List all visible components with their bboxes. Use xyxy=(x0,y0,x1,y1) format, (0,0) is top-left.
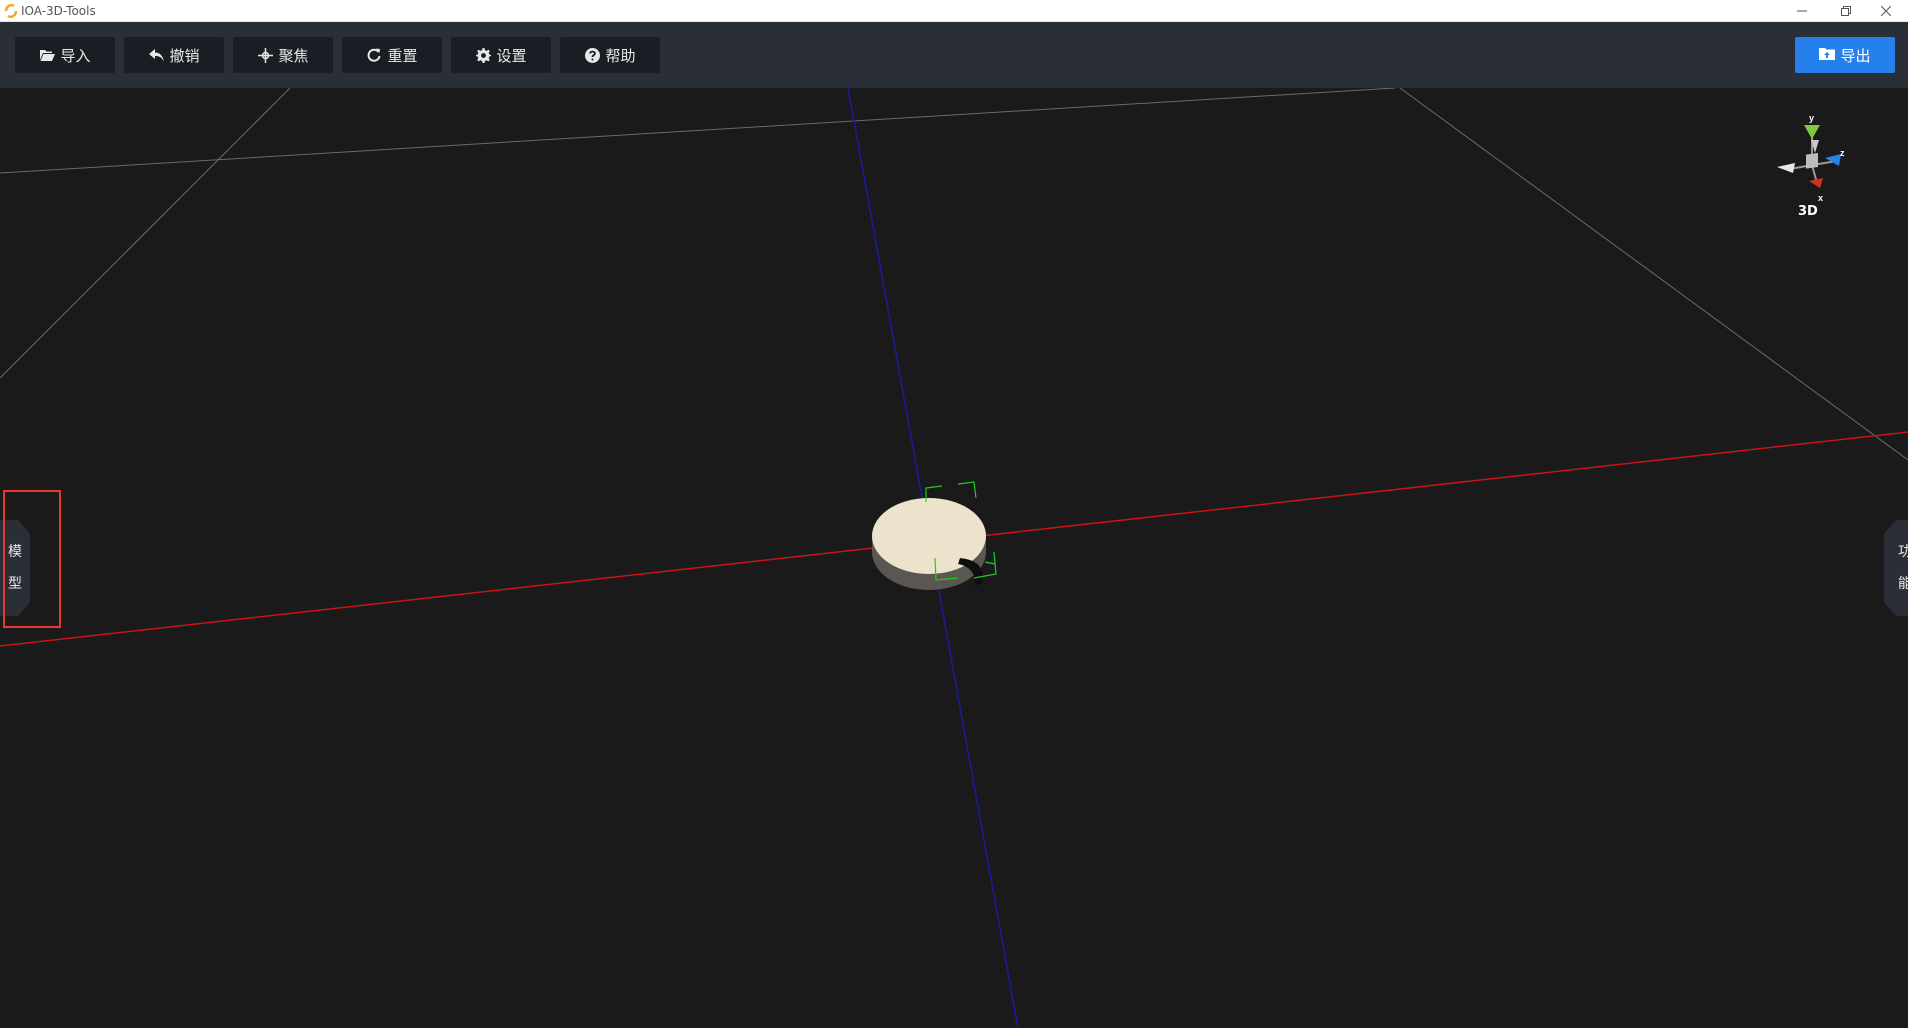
z-axis-arrow-icon[interactable] xyxy=(1825,154,1841,166)
axis-gizmo[interactable]: y z x xyxy=(1775,113,1845,213)
help-button[interactable]: 帮助 xyxy=(560,37,660,73)
question-circle-icon xyxy=(584,47,600,63)
window-titlebar: IOA-3D-Tools xyxy=(0,0,1908,22)
highlight-annotation xyxy=(3,490,61,628)
focus-label: 聚焦 xyxy=(278,46,309,65)
function-panel-tab[interactable]: 功 能 xyxy=(1884,520,1908,616)
settings-button[interactable]: 设置 xyxy=(451,37,551,73)
function-tab-char: 能 xyxy=(1898,576,1908,592)
refresh-icon xyxy=(366,47,382,63)
settings-label: 设置 xyxy=(496,46,527,65)
reset-label: 重置 xyxy=(387,46,418,65)
import-label: 导入 xyxy=(60,46,91,65)
x-axis-arrow-icon[interactable] xyxy=(1809,178,1823,188)
focus-button[interactable]: 聚焦 xyxy=(233,37,333,73)
function-tab-char: 功 xyxy=(1898,544,1908,560)
help-label: 帮助 xyxy=(605,46,636,65)
toolbar: 导入 撤销 聚焦 重置 设置 帮助 导出 xyxy=(0,22,1908,88)
model-cylinder[interactable] xyxy=(872,498,986,590)
minimize-button[interactable] xyxy=(1780,0,1824,22)
grid-line xyxy=(0,88,1396,174)
crosshair-icon xyxy=(257,47,273,63)
folder-open-icon xyxy=(39,47,55,63)
undo-icon xyxy=(148,47,164,63)
window-title: IOA-3D-Tools xyxy=(21,4,96,18)
gizmo-x-label: x xyxy=(1818,193,1823,203)
export-folder-icon xyxy=(1819,47,1836,63)
undo-button[interactable]: 撤销 xyxy=(124,37,224,73)
view-mode-label[interactable]: 3D xyxy=(1798,204,1818,219)
restore-icon xyxy=(1841,6,1851,16)
close-icon xyxy=(1881,6,1891,16)
y-axis-arrow-icon[interactable] xyxy=(1804,125,1820,139)
3d-viewport[interactable]: y z x 3D 模 型 功 能 xyxy=(0,88,1908,1028)
reset-button[interactable]: 重置 xyxy=(342,37,442,73)
restore-button[interactable] xyxy=(1824,0,1868,22)
export-button[interactable]: 导出 xyxy=(1795,37,1895,73)
gear-icon xyxy=(475,47,491,63)
app-logo-icon xyxy=(4,3,18,19)
close-button[interactable] xyxy=(1864,0,1908,22)
export-label: 导出 xyxy=(1840,46,1871,65)
scene-canvas[interactable] xyxy=(0,88,1908,1028)
grid-line xyxy=(0,88,291,379)
undo-label: 撤销 xyxy=(169,46,200,65)
import-button[interactable]: 导入 xyxy=(15,37,115,73)
gizmo-y-label: y xyxy=(1809,113,1814,123)
minimize-icon xyxy=(1797,10,1807,12)
gizmo-z-label: z xyxy=(1840,148,1845,158)
